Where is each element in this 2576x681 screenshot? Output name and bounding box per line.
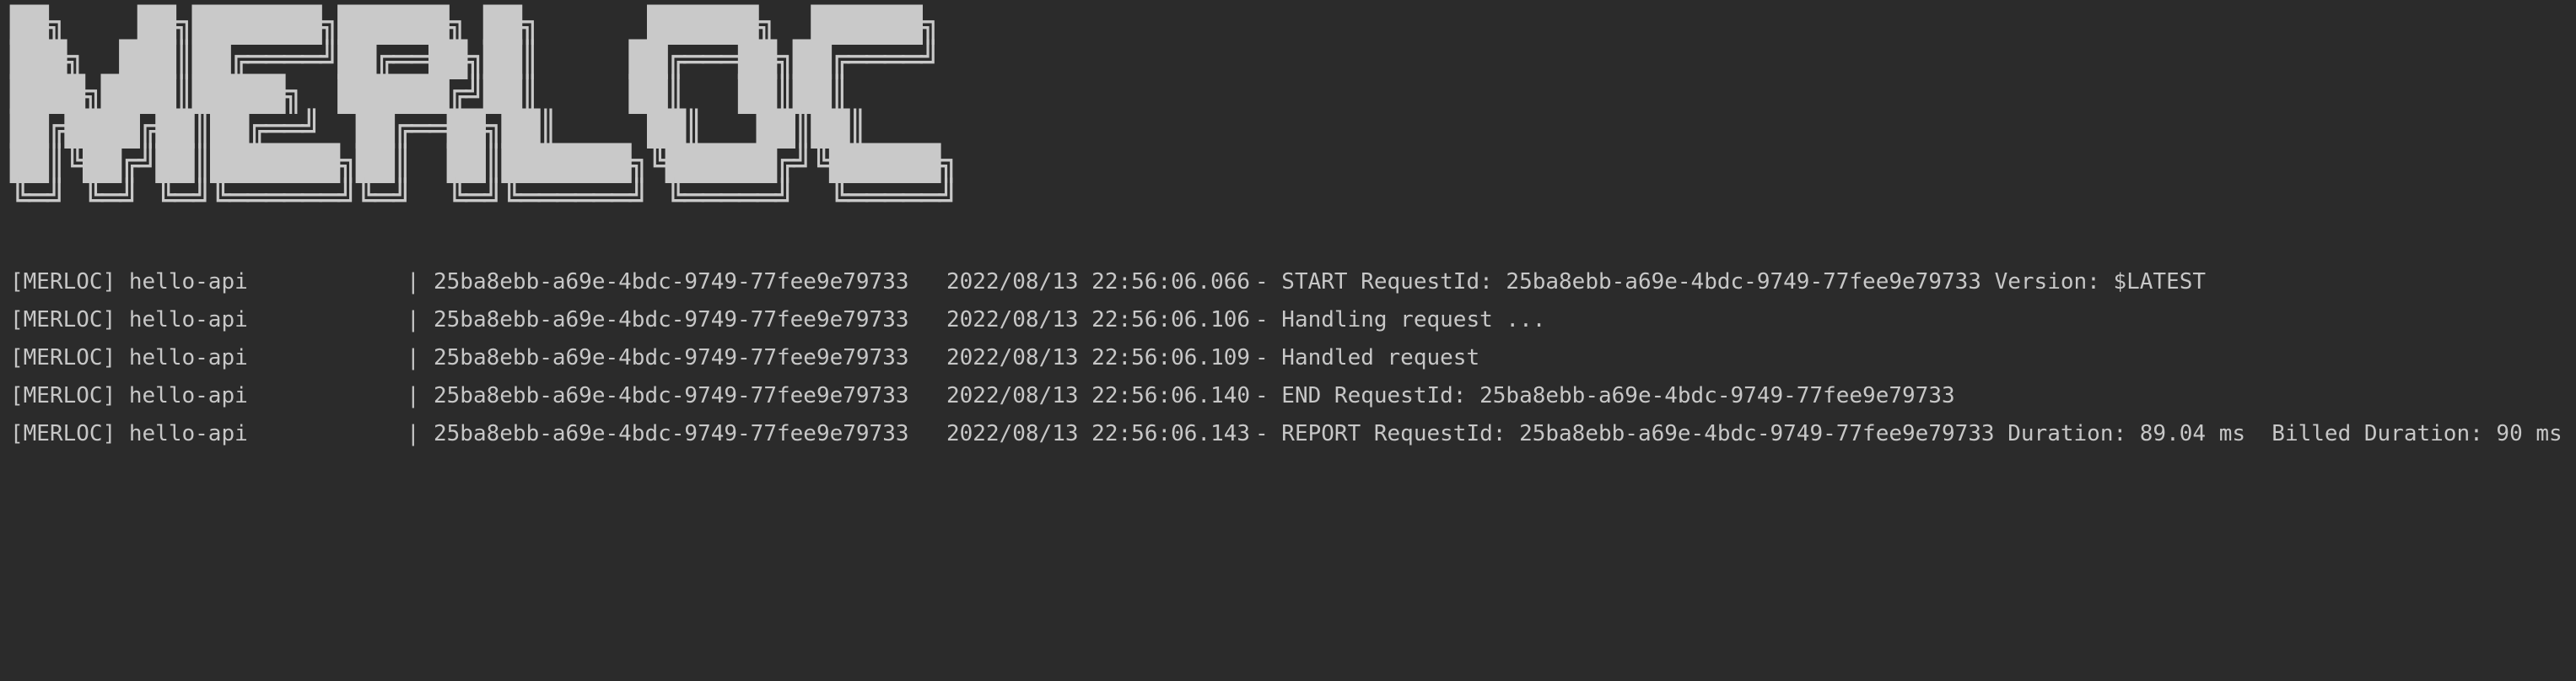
- log-line: [MERLOC] hello-api | 25ba8ebb-a69e-4bdc-…: [10, 339, 1479, 377]
- log-line: [MERLOC] hello-api | 25ba8ebb-a69e-4bdc-…: [10, 301, 1545, 339]
- log-separator: |: [407, 383, 420, 408]
- log-output: [MERLOC] hello-api | 25ba8ebb-a69e-4bdc-…: [10, 263, 2563, 453]
- log-separator: |: [407, 345, 420, 370]
- log-source-prefix: [MERLOC] hello-api: [10, 421, 248, 446]
- log-message: - END RequestId: 25ba8ebb-a69e-4bdc-9749…: [1255, 383, 1955, 408]
- log-source-prefix: [MERLOC] hello-api: [10, 307, 248, 332]
- log-source-prefix: [MERLOC] hello-api: [10, 345, 248, 370]
- log-request-id: 25ba8ebb-a69e-4bdc-9749-77fee9e79733: [434, 269, 909, 295]
- log-separator: |: [407, 421, 420, 446]
- log-timestamp: 2022/08/13 22:56:06.143: [946, 421, 1251, 446]
- log-separator: |: [407, 269, 420, 295]
- log-source-prefix: [MERLOC] hello-api: [10, 383, 248, 408]
- log-timestamp: 2022/08/13 22:56:06.140: [946, 383, 1251, 408]
- log-line: [MERLOC] hello-api | 25ba8ebb-a69e-4bdc-…: [10, 377, 1955, 415]
- log-line: [MERLOC] hello-api | 25ba8ebb-a69e-4bdc-…: [10, 263, 2206, 301]
- terminal-output[interactable]: ██╗ ██╗███████╗██████╗ ██╗ ██████╗ █████…: [0, 0, 2576, 456]
- log-separator: |: [407, 307, 420, 332]
- log-request-id: 25ba8ebb-a69e-4bdc-9749-77fee9e79733: [434, 345, 909, 370]
- log-request-id: 25ba8ebb-a69e-4bdc-9749-77fee9e79733: [434, 307, 909, 332]
- log-request-id: 25ba8ebb-a69e-4bdc-9749-77fee9e79733: [434, 421, 909, 446]
- merloc-ascii-banner: ██╗ ██╗███████╗██████╗ ██╗ ██████╗ █████…: [10, 6, 959, 218]
- log-line: [MERLOC] hello-api | 25ba8ebb-a69e-4bdc-…: [10, 415, 2563, 453]
- log-timestamp: 2022/08/13 22:56:06.066: [946, 269, 1251, 295]
- log-message: - Handling request ...: [1255, 307, 1546, 332]
- log-timestamp: 2022/08/13 22:56:06.109: [946, 345, 1251, 370]
- log-message: - REPORT RequestId: 25ba8ebb-a69e-4bdc-9…: [1255, 421, 2563, 446]
- log-message: - Handled request: [1255, 345, 1480, 370]
- log-source-prefix: [MERLOC] hello-api: [10, 269, 248, 295]
- log-timestamp: 2022/08/13 22:56:06.106: [946, 307, 1251, 332]
- log-message: - START RequestId: 25ba8ebb-a69e-4bdc-97…: [1255, 269, 2207, 295]
- log-request-id: 25ba8ebb-a69e-4bdc-9749-77fee9e79733: [434, 383, 909, 408]
